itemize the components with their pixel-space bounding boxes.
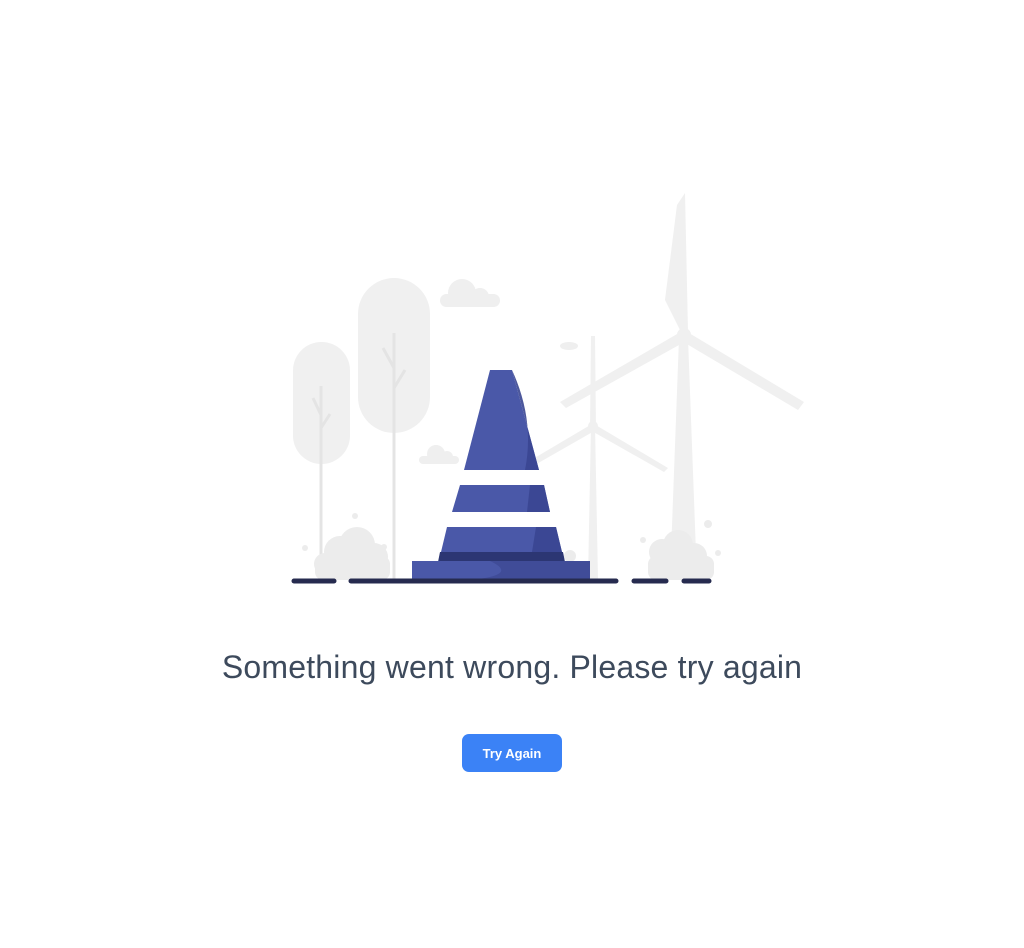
cloud-icon	[560, 342, 578, 350]
bush-icon	[302, 513, 390, 580]
try-again-button[interactable]: Try Again	[462, 734, 562, 772]
background-scenery	[293, 193, 804, 580]
cloud-icon	[419, 445, 459, 464]
error-message: Something went wrong. Please try again	[221, 649, 803, 685]
error-page: Something went wrong. Please try again T…	[0, 0, 1024, 948]
traffic-cone-illustration	[291, 193, 804, 584]
cloud-icon	[440, 279, 500, 307]
